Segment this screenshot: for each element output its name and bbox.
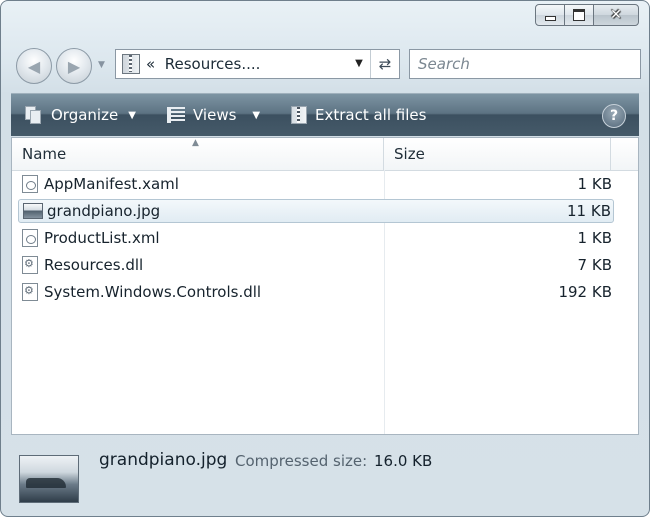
forward-arrow-icon: ▶ — [67, 56, 81, 76]
file-row-productlist[interactable]: ProductList.xml 1 KB — [18, 226, 614, 250]
breadcrumb-location: Resources.... — [164, 55, 261, 73]
views-button[interactable]: Views ▼ — [167, 94, 260, 136]
organize-caret-icon: ▼ — [128, 109, 136, 121]
close-button[interactable]: ✕ — [593, 4, 639, 26]
organize-label: Organize — [51, 106, 119, 124]
dll-file-icon — [22, 283, 38, 301]
file-name: System.Windows.Controls.dll — [44, 283, 262, 301]
search-placeholder: Search — [418, 55, 470, 73]
file-row-resources-dll[interactable]: Resources.dll 7 KB — [18, 253, 614, 277]
file-name: AppManifest.xaml — [44, 175, 179, 193]
address-location[interactable]: « Resources.... — [146, 55, 348, 73]
organize-icon — [25, 106, 43, 124]
minimize-button[interactable] — [535, 4, 565, 26]
refresh-icon: ⇄ — [378, 55, 392, 73]
file-size: 7 KB — [577, 256, 612, 274]
forward-button[interactable]: ▶ — [56, 48, 92, 84]
chevron-down-icon: ▼ — [98, 60, 105, 70]
xaml-file-icon — [22, 175, 38, 193]
sort-ascending-icon: ▲ — [192, 138, 199, 148]
back-arrow-icon: ◀ — [27, 56, 41, 76]
address-bar[interactable]: « Resources.... ▼ ⇄ — [115, 49, 400, 79]
file-name: grandpiano.jpg — [47, 202, 161, 220]
zip-folder-icon — [120, 53, 142, 75]
views-label: Views — [193, 106, 237, 124]
details-pane: grandpiano.jpg Compressed size: 16.0 KB — [1, 435, 649, 516]
dll-file-icon — [22, 256, 38, 274]
file-size: 11 KB — [567, 202, 611, 220]
compressed-size-label: Compressed size: — [235, 452, 368, 470]
command-toolbar: Organize ▼ Views ▼ Extract all files ? — [11, 93, 639, 136]
views-caret-icon: ▼ — [252, 109, 261, 121]
breadcrumb-prefix: « — [146, 55, 156, 73]
file-row-appmanifest[interactable]: AppManifest.xaml 1 KB — [18, 172, 614, 196]
file-size: 1 KB — [577, 229, 612, 247]
file-size: 1 KB — [577, 175, 612, 193]
file-row-system-windows-controls[interactable]: System.Windows.Controls.dll 192 KB — [18, 280, 614, 304]
size-column-label: Size — [394, 145, 425, 163]
help-icon[interactable]: ? — [602, 104, 626, 128]
address-dropdown-icon: ▼ — [355, 58, 363, 69]
xml-file-icon — [22, 229, 38, 247]
file-name: ProductList.xml — [44, 229, 160, 247]
address-dropdown-button[interactable]: ▼ — [348, 50, 371, 78]
name-column-label: Name — [22, 145, 67, 163]
recent-pages-dropdown[interactable]: ▼ — [98, 60, 105, 70]
size-column-header[interactable]: Size — [384, 138, 611, 170]
details-file-name: grandpiano.jpg — [99, 450, 228, 470]
image-file-icon — [23, 203, 43, 219]
file-row-grandpiano[interactable]: grandpiano.jpg 11 KB — [18, 199, 614, 223]
compressed-size-value: 16.0 KB — [374, 452, 433, 470]
file-size: 192 KB — [558, 283, 612, 301]
close-icon: ✕ — [610, 7, 622, 23]
extract-all-files-button[interactable]: Extract all files — [291, 94, 426, 136]
explorer-window: ✕ ◀ ▶ ▼ « Resources.... ▼ ⇄ Search Organ… — [0, 0, 650, 517]
maximize-icon — [573, 9, 585, 21]
minimize-icon — [544, 16, 556, 21]
column-header: Name ▲ Size — [12, 138, 638, 171]
back-button[interactable]: ◀ — [16, 48, 52, 84]
extract-label: Extract all files — [315, 106, 427, 124]
file-thumbnail — [19, 455, 79, 503]
zip-extract-icon — [291, 106, 307, 124]
search-input[interactable]: Search — [409, 49, 641, 79]
refresh-button[interactable]: ⇄ — [371, 55, 399, 73]
file-list-pane: Name ▲ Size AppManifest.xaml 1 KB grandp… — [11, 137, 639, 435]
maximize-button[interactable] — [564, 4, 594, 26]
file-name: Resources.dll — [44, 256, 144, 274]
organize-button[interactable]: Organize ▼ — [25, 94, 136, 136]
views-icon — [167, 107, 185, 123]
caption-buttons: ✕ — [535, 4, 639, 26]
